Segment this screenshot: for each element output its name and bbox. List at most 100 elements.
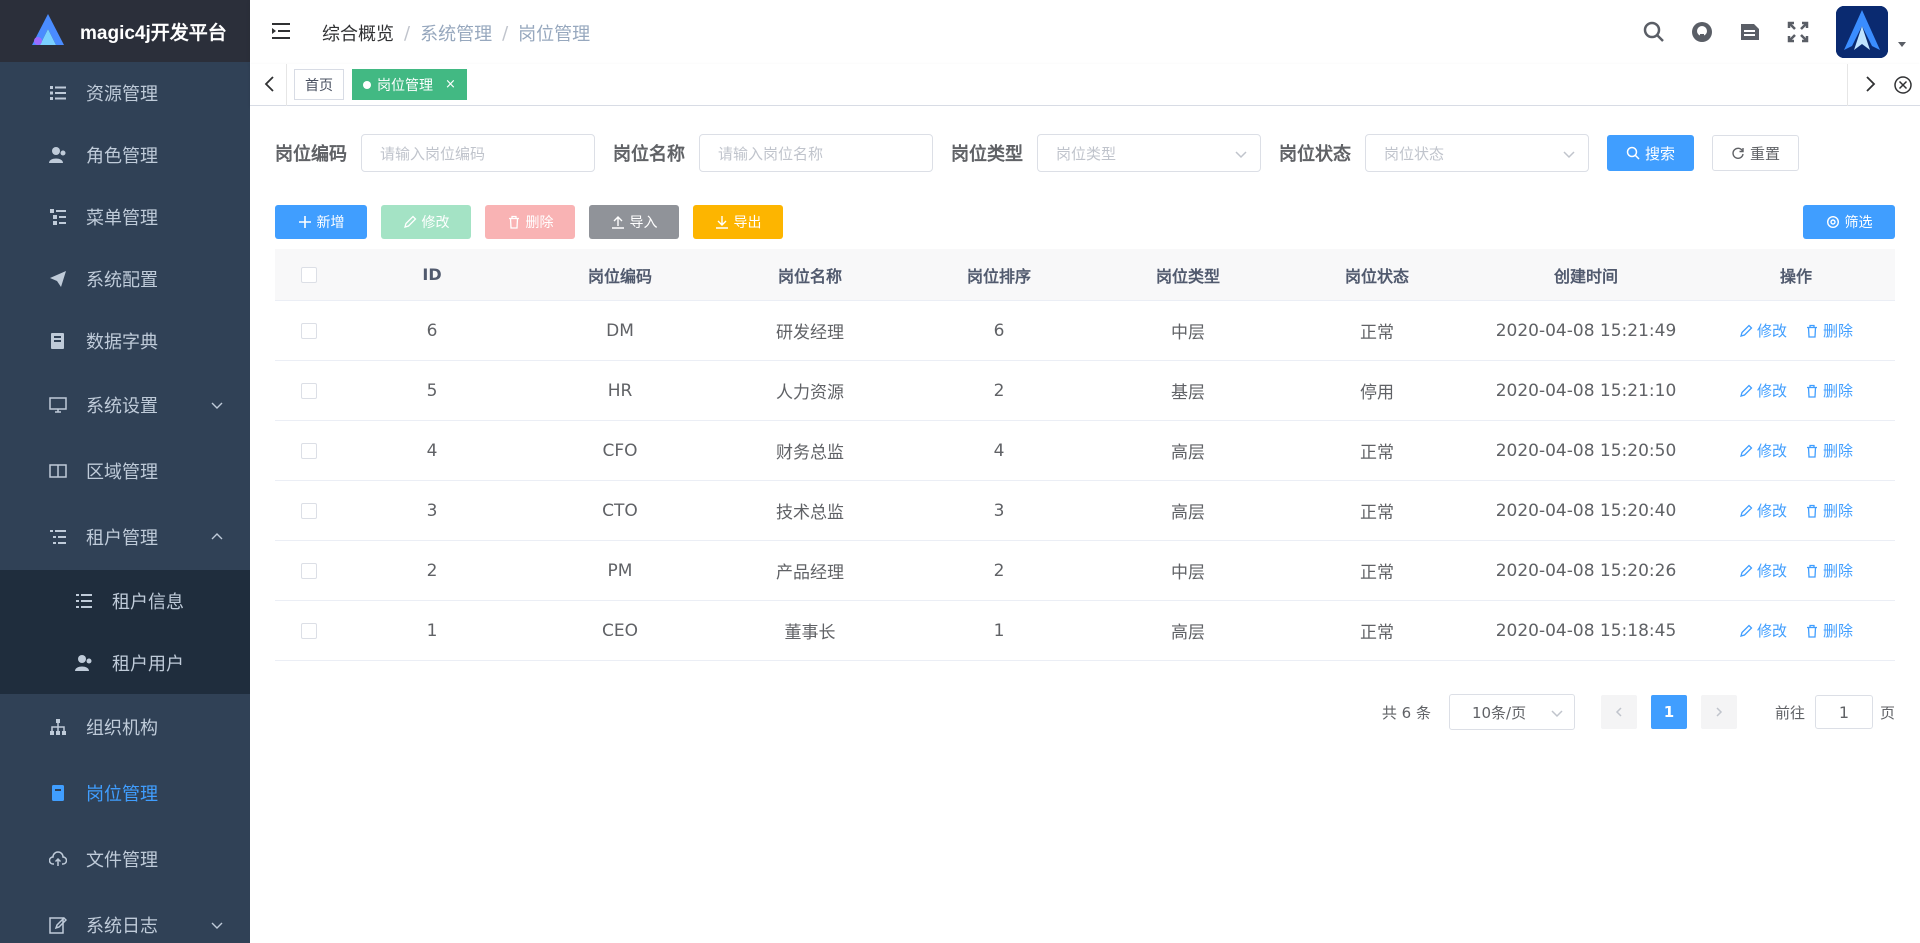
import-button-label: 导入	[629, 215, 658, 231]
row-checkbox[interactable]	[301, 322, 317, 339]
row-edit-link[interactable]: 修改	[1739, 620, 1787, 641]
sidebar-item[interactable]: 租户管理	[0, 504, 250, 570]
post-status-label: 岗位状态	[1279, 144, 1351, 165]
row-edit-link[interactable]: 修改	[1739, 440, 1787, 461]
edit-button[interactable]: 修改	[381, 205, 471, 239]
row-edit-link[interactable]: 修改	[1739, 500, 1787, 521]
row-checkbox[interactable]	[301, 442, 317, 459]
post-type-select[interactable]: 岗位类型	[1037, 134, 1261, 172]
close-icon[interactable]: ×	[445, 77, 456, 92]
post-name-label: 岗位名称	[613, 144, 685, 165]
sidebar-item-label: 系统日志	[86, 916, 158, 937]
page-number-current[interactable]: 1	[1650, 695, 1687, 729]
hamburger-icon[interactable]	[270, 20, 292, 42]
edit-icon	[1740, 444, 1753, 457]
cell-created-time: 2020-04-08 15:20:40	[1495, 500, 1677, 521]
row-checkbox[interactable]	[301, 502, 317, 519]
sidebar-item[interactable]: 系统设置	[0, 372, 250, 438]
export-button[interactable]: 导出	[693, 205, 783, 239]
list-icon	[74, 591, 94, 611]
tag-home[interactable]: 首页	[294, 69, 344, 100]
goto-suffix: 页	[1879, 703, 1895, 722]
cell-sort: 2	[993, 380, 1005, 401]
row-select-cell	[275, 502, 343, 519]
log-edit-icon	[48, 915, 68, 935]
row-checkbox[interactable]	[301, 562, 317, 579]
row-delete-link[interactable]: 删除	[1805, 560, 1853, 581]
row-delete-link[interactable]: 删除	[1805, 620, 1853, 641]
post-status-select[interactable]: 岗位状态	[1365, 134, 1589, 172]
row-delete-link[interactable]: 删除	[1805, 380, 1853, 401]
chevron-down-icon	[211, 402, 223, 409]
sidebar-menu: 资源管理角色管理 菜单管理 系统配置 数据字典 系统设置 区域管理 租户管理 租户信息租户用户…	[0, 62, 250, 943]
caret-down-icon[interactable]	[1896, 38, 1908, 50]
search-button[interactable]: 搜索	[1607, 135, 1695, 171]
delete-button[interactable]: 删除	[485, 205, 575, 239]
row-edit-label: 修改	[1756, 442, 1787, 460]
filter-button[interactable]: 筛选	[1803, 205, 1895, 239]
page-jumper: 前往 1 页	[1775, 695, 1895, 729]
next-page-button[interactable]	[1700, 695, 1737, 729]
sidebar-item[interactable]: 岗位管理	[0, 760, 250, 826]
fullscreen-icon[interactable]	[1784, 18, 1812, 46]
prev-page-button[interactable]	[1600, 695, 1637, 729]
row-actions: 修改 删除	[1697, 500, 1895, 521]
reset-button-label: 重置	[1750, 144, 1781, 163]
sidebar-item[interactable]: 组织机构	[0, 694, 250, 760]
select-all-checkbox[interactable]	[301, 266, 317, 283]
chevron-right-icon[interactable]	[1860, 74, 1880, 94]
page-size-select[interactable]: 10条/页	[1448, 694, 1575, 730]
row-delete-link[interactable]: 删除	[1805, 440, 1853, 461]
cell-created-time: 2020-04-08 15:21:49	[1495, 320, 1677, 341]
sidebar-item-label: 租户用户	[112, 654, 184, 675]
select-all-cell	[275, 266, 343, 283]
add-button[interactable]: 新增	[275, 205, 367, 239]
table-row: 1 CEO 董事长 1 高层 正常 2020-04-08 15:18:45 修改 删除	[275, 601, 1895, 661]
row-checkbox[interactable]	[301, 622, 317, 639]
column-header-sort: 岗位排序	[966, 266, 1031, 286]
reset-button[interactable]: 重置	[1712, 135, 1800, 171]
row-actions: 修改 删除	[1697, 620, 1895, 641]
sidebar-item[interactable]: 资源管理	[0, 62, 250, 124]
sidebar-item[interactable]: 系统配置	[0, 248, 250, 310]
sidebar-item[interactable]: 系统日志	[0, 892, 250, 943]
sidebar-item-label: 资源管理	[86, 84, 158, 105]
table-header: ID 岗位编码 岗位名称 岗位排序 岗位类型 岗位状态 创建时间 操作	[275, 249, 1895, 301]
tag-label: 首页	[305, 77, 333, 94]
github-icon[interactable]	[1688, 18, 1716, 46]
sidebar-item[interactable]: 角色管理	[0, 124, 250, 186]
chevron-left-icon[interactable]	[260, 74, 280, 94]
row-delete-link[interactable]: 删除	[1805, 500, 1853, 521]
post-code-input[interactable]: 请输入岗位编码	[361, 134, 595, 172]
sidebar-item[interactable]: 租户信息	[0, 570, 250, 632]
close-circle-icon[interactable]	[1892, 74, 1914, 96]
sidebar-item[interactable]: 文件管理	[0, 826, 250, 892]
row-edit-link[interactable]: 修改	[1739, 320, 1787, 341]
cell-status: 正常	[1360, 563, 1394, 583]
goto-page-input[interactable]: 1	[1814, 695, 1873, 729]
search-icon[interactable]	[1640, 18, 1668, 46]
avatar[interactable]	[1836, 6, 1888, 58]
row-checkbox[interactable]	[301, 382, 317, 399]
sidebar-item[interactable]: 租户用户	[0, 632, 250, 694]
row-edit-link[interactable]: 修改	[1739, 560, 1787, 581]
import-button[interactable]: 导入	[589, 205, 679, 239]
logo[interactable]: magic4j开发平台	[0, 0, 250, 62]
row-delete-link[interactable]: 删除	[1805, 320, 1853, 341]
paper-plane-icon	[48, 269, 68, 289]
sidebar-item[interactable]: 区域管理	[0, 438, 250, 504]
post-name-input[interactable]: 请输入岗位名称	[699, 134, 933, 172]
cell-type: 高层	[1171, 623, 1205, 643]
sidebar-item[interactable]: 数据字典	[0, 310, 250, 372]
sidebar-item[interactable]: 菜单管理	[0, 186, 250, 248]
breadcrumb-item[interactable]: 综合概览	[322, 20, 394, 46]
column-header-code: 岗位编码	[587, 266, 652, 286]
edit-icon	[1740, 324, 1753, 337]
post-code-label: 岗位编码	[275, 144, 347, 165]
document-icon[interactable]	[1736, 18, 1764, 46]
cell-code: DM	[606, 320, 634, 341]
tag-current[interactable]: 岗位管理 ×	[352, 69, 467, 100]
search-form: 岗位编码 请输入岗位编码 岗位名称 请输入岗位名称 岗位类型 岗位类型 岗位状态…	[275, 133, 1800, 173]
row-edit-link[interactable]: 修改	[1739, 380, 1787, 401]
export-button-label: 导出	[733, 215, 762, 231]
